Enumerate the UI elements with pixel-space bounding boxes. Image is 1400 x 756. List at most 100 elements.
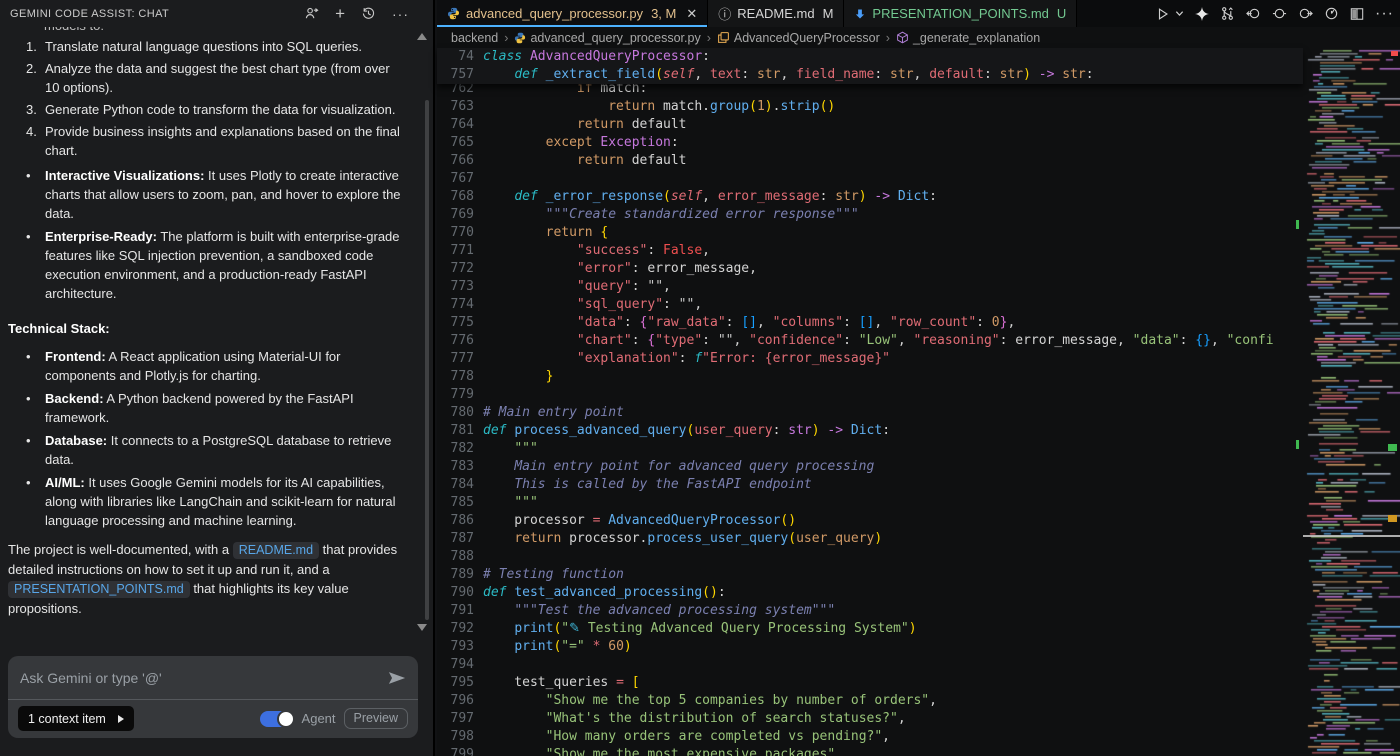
code-line: 768 def _error_response(self, error_mess… — [437, 188, 1303, 206]
agent-toggle[interactable] — [260, 711, 294, 727]
close-icon[interactable]: ✕ — [686, 6, 697, 22]
file-chip[interactable]: PRESENTATION_POINTS.md — [8, 581, 190, 598]
scroll-up-icon[interactable] — [417, 33, 427, 40]
timer-icon[interactable] — [1324, 6, 1339, 21]
chevron-down-icon[interactable] — [1175, 9, 1184, 18]
chat-panel-header: GEMINI CODE ASSIST: CHAT + ··· — [0, 0, 433, 27]
code-line: 784 This is called by the FastAPI endpoi… — [437, 476, 1303, 494]
tab-badge: U — [1057, 6, 1066, 21]
line-number: 768 — [437, 188, 474, 206]
circle-icon[interactable] — [1272, 6, 1287, 21]
line-number: 764 — [437, 116, 474, 134]
scroll-down-icon[interactable] — [417, 624, 427, 631]
list-item: 4.Provide business insights and explanat… — [0, 122, 420, 163]
python-icon — [514, 32, 526, 44]
list-item: •AI/ML: It uses Google Gemini models for… — [0, 473, 420, 534]
tab-advanced_query_processor.py[interactable]: advanced_query_processor.py3, M✕ — [437, 0, 708, 27]
breadcrumb-item[interactable]: advanced_query_processor.py — [514, 31, 700, 45]
agent-label: Agent — [302, 711, 336, 726]
line-number: 781 — [437, 422, 474, 440]
clipped-text-line: models to: — [44, 27, 420, 35]
chat-scrollbar[interactable] — [425, 100, 429, 620]
overview-ruler-mark — [1388, 444, 1397, 451]
more-actions-icon[interactable]: ··· — [1375, 5, 1394, 23]
breadcrumb-separator: › — [886, 31, 890, 45]
list-item: •Enterprise-Ready: The platform is built… — [0, 227, 420, 307]
context-items-button[interactable]: 1 context item — [18, 706, 134, 731]
line-number: 786 — [437, 512, 474, 530]
list-item: •Interactive Visualizations: It uses Plo… — [0, 166, 420, 227]
history-icon[interactable] — [361, 6, 376, 21]
source-control-icon[interactable] — [1220, 6, 1235, 21]
list-item: •Database: It connects to a PostgreSQL d… — [0, 431, 420, 473]
code-line: 772 "error": error_message, — [437, 260, 1303, 278]
tab-badge: M — [823, 6, 834, 21]
chat-transcript[interactable]: models to: 1.Translate natural language … — [0, 27, 420, 645]
gemini-sparkle-icon[interactable] — [1195, 7, 1209, 21]
section-heading: Technical Stack: — [0, 307, 420, 344]
new-chat-icon[interactable]: + — [335, 5, 345, 22]
code-line: 763 return match.group(1).strip() — [437, 98, 1303, 116]
list-item: 1.Translate natural language questions i… — [0, 37, 420, 59]
chat-input[interactable] — [20, 670, 380, 686]
line-number: 787 — [437, 530, 474, 548]
feature-bullet-list: •Interactive Visualizations: It uses Plo… — [0, 166, 420, 307]
preview-button[interactable]: Preview — [344, 708, 408, 729]
breadcrumb-item[interactable]: AdvancedQueryProcessor — [717, 31, 880, 45]
file-chip[interactable]: README.md — [233, 542, 319, 559]
closing-paragraph: The project is well-documented, with a R… — [0, 534, 420, 618]
line-number: 798 — [437, 728, 474, 746]
line-number: 790 — [437, 584, 474, 602]
line-number: 792 — [437, 620, 474, 638]
agent-picker-icon[interactable] — [304, 6, 319, 21]
python-icon — [447, 7, 460, 20]
overview-ruler-mark — [1388, 515, 1397, 522]
circle-forward-icon[interactable] — [1298, 6, 1313, 21]
code-line: 777 "explanation": f"Error: {error_messa… — [437, 350, 1303, 368]
breadcrumb-item[interactable]: backend — [451, 31, 498, 45]
line-number: 771 — [437, 242, 474, 260]
class-icon — [717, 31, 730, 44]
editor-toolbar: ··· — [1156, 0, 1394, 27]
line-number: 794 — [437, 656, 474, 674]
info-icon: ⓘ — [718, 4, 731, 23]
tab-PRESENTATION_POINTS.md[interactable]: PRESENTATION_POINTS.mdU — [844, 0, 1077, 27]
code-line: 771 "success": False, — [437, 242, 1303, 260]
list-item: •Backend: A Python backend powered by th… — [0, 389, 420, 431]
run-icon[interactable] — [1156, 7, 1170, 21]
code-line: 798 "How many orders are completed vs pe… — [437, 728, 1303, 746]
chevron-right-icon — [118, 715, 124, 723]
more-icon[interactable]: ··· — [392, 7, 409, 21]
line-number: 776 — [437, 332, 474, 350]
line-number: 789 — [437, 566, 474, 584]
list-item: 3.Generate Python code to transform the … — [0, 100, 420, 122]
line-number: 796 — [437, 692, 474, 710]
code-line: 757 def _extract_field(self, text: str, … — [437, 66, 1303, 84]
arrow-down-icon — [854, 8, 866, 20]
tab-README.md[interactable]: ⓘREADME.mdM — [708, 0, 844, 27]
breadcrumb-item[interactable]: _generate_explanation — [896, 31, 1040, 45]
breadcrumb-separator: › — [707, 31, 711, 45]
code-line: 774 "sql_query": "", — [437, 296, 1303, 314]
send-icon[interactable] — [388, 670, 406, 686]
split-editor-icon[interactable] — [1350, 7, 1364, 21]
minimap-slider-line[interactable] — [1303, 535, 1400, 537]
code-line: 766 return default — [437, 152, 1303, 170]
code-line: 779 — [437, 386, 1303, 404]
line-number: 784 — [437, 476, 474, 494]
code-line: 770 return { — [437, 224, 1303, 242]
code-line: 792 print("✎ Testing Advanced Query Proc… — [437, 620, 1303, 638]
minimap[interactable] — [1303, 48, 1400, 756]
code-line: 765 except Exception: — [437, 134, 1303, 152]
line-number: 770 — [437, 224, 474, 242]
code-line: 74class AdvancedQueryProcessor: — [437, 48, 1303, 66]
overview-ruler-mark — [1296, 220, 1299, 229]
code-line: 781def process_advanced_query(user_query… — [437, 422, 1303, 440]
code-line: 796 "Show me the top 5 companies by numb… — [437, 692, 1303, 710]
line-number: 791 — [437, 602, 474, 620]
line-number: 775 — [437, 314, 474, 332]
code-line: 775 "data": {"raw_data": [], "columns": … — [437, 314, 1303, 332]
line-number: 765 — [437, 134, 474, 152]
circle-back-icon[interactable] — [1246, 6, 1261, 21]
chat-input-container: 1 context item Agent Preview — [8, 656, 418, 738]
